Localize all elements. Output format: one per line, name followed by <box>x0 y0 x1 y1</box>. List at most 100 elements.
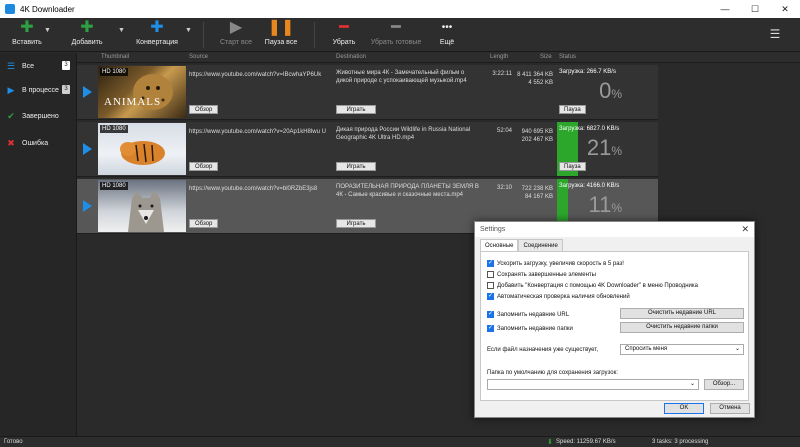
play-file-button[interactable]: Играть <box>336 105 376 114</box>
convert-button[interactable]: ✚ Конвертация <box>131 19 183 47</box>
close-button[interactable]: ✕ <box>770 0 800 18</box>
dialog-title-bar: Settings ✕ <box>475 222 754 237</box>
count-badge: 3 <box>62 61 70 70</box>
checkbox-box[interactable]: ✓ <box>487 293 494 300</box>
remove-button[interactable]: ━ Убрать <box>319 20 369 47</box>
clear-folders-button[interactable]: Очистить недавние папки <box>620 322 744 333</box>
plus-icon: ✚ <box>150 19 164 36</box>
destination-file: Дикая природа России Wildlife in Russia … <box>336 127 471 141</box>
default-folder-label: Папка по умолчанию для сохранения загруз… <box>487 370 618 376</box>
checkbox-remember-urls[interactable]: ✓ Запомнить недавние URL <box>487 311 569 318</box>
sidebar-item-in-progress[interactable]: ▶ В процессе 3 <box>0 80 77 100</box>
dialog-title: Settings <box>480 226 506 233</box>
column-header-destination[interactable]: Destination <box>336 54 366 60</box>
clear-urls-button[interactable]: Очистить недавние URL <box>620 308 744 319</box>
sidebar-item-completed[interactable]: ✔ Завершено <box>0 106 77 126</box>
minimize-button[interactable]: — <box>710 0 740 18</box>
sidebar-item-label: Ошибка <box>22 139 49 147</box>
if-exists-select[interactable]: Спросить меня ⌄ <box>620 344 744 355</box>
if-exists-label: Если файл назначения уже существует, <box>487 347 599 353</box>
paste-label: Вставить <box>12 39 42 46</box>
sidebar-item-all[interactable]: ☰ Все 3 <box>0 56 77 76</box>
toolbar: ✚ Вставить ▼ ✚ Добавить ▼ ✚ Конвертация … <box>0 18 800 52</box>
thumbnail-caption: ANIMALS <box>104 96 162 108</box>
sidebar-item-error[interactable]: ✖ Ошибка <box>0 133 77 153</box>
column-header-source[interactable]: Source <box>189 54 208 60</box>
size-info: 722 238 KB 84 167 KB <box>515 185 553 201</box>
browse-button[interactable]: Обзор <box>189 162 219 171</box>
percent-sign: % <box>611 144 622 158</box>
browse-button[interactable]: Обзор <box>189 219 219 228</box>
play-icon[interactable] <box>83 200 92 212</box>
status-text: Загрузка: 6827.0 KB/s <box>559 126 620 132</box>
ok-button[interactable]: OK <box>664 403 704 414</box>
play-file-button[interactable]: Играть <box>336 219 376 228</box>
percent-sign: % <box>611 87 622 101</box>
browse-folder-button[interactable]: Обзор... <box>704 379 744 390</box>
checkbox-box[interactable] <box>487 282 494 289</box>
status-cell: Загрузка: 266.7 KB/s 0% Пауза <box>557 65 658 119</box>
status-text: Загрузка: 266.7 KB/s <box>559 69 616 75</box>
add-button[interactable]: ✚ Добавить <box>62 20 112 47</box>
settings-panel: ✓ Ускорить загрузку, увеличив скорость в… <box>480 251 749 401</box>
source-url: https://www.youtube.com/watch?v=IBcwhaYP… <box>189 72 322 78</box>
more-label: Ещё <box>439 39 455 46</box>
column-header-size[interactable]: Size <box>540 54 552 60</box>
menu-button[interactable]: ☰ <box>760 26 790 42</box>
progress-percent: 11% <box>588 192 622 218</box>
video-thumbnail: HD 1080 <box>98 123 186 175</box>
checkbox-auto-update[interactable]: ✓ Автоматическая проверка наличия обновл… <box>487 293 630 300</box>
start-all-button[interactable]: ▶ Старт все <box>211 19 261 47</box>
browse-button[interactable]: Обзор <box>189 105 219 114</box>
pause-button[interactable]: Пауза <box>559 105 586 114</box>
column-header-thumbnail[interactable]: Thumbnail <box>101 54 129 60</box>
paste-dropdown-icon[interactable]: ▼ <box>44 27 51 34</box>
checkbox-label: Автоматическая проверка наличия обновлен… <box>497 293 630 300</box>
size-total: 8 411 364 KB <box>517 72 553 78</box>
pause-all-button[interactable]: ❚❚ Пауза все <box>256 19 306 47</box>
plus-icon: ✚ <box>20 19 34 36</box>
settings-tabs: Основные Соединение <box>480 239 563 251</box>
checkbox-box[interactable]: ✓ <box>487 311 494 318</box>
column-header-status[interactable]: Status <box>559 54 576 60</box>
table-row[interactable]: HD 1080 https://www.youtube.com/watch?v=… <box>77 122 658 177</box>
app-logo-icon <box>5 4 15 14</box>
play-icon[interactable] <box>83 86 92 98</box>
download-arrow-icon: ⬇ <box>547 439 553 446</box>
play-file-button[interactable]: Играть <box>336 162 376 171</box>
convert-dropdown-icon[interactable]: ▼ <box>185 27 192 34</box>
pause-button[interactable]: Пауза <box>559 162 586 171</box>
checkbox-explorer-menu[interactable]: Добавить "Конвертация с помощью 4K Downl… <box>487 282 698 289</box>
column-header-length[interactable]: Length <box>490 54 508 60</box>
pause-icon: ❚❚ <box>267 19 295 36</box>
status-tasks: 3 tasks: 3 processing <box>652 439 709 445</box>
play-icon: ▶ <box>7 84 15 95</box>
checkbox-box[interactable]: ✓ <box>487 260 494 267</box>
video-length: 32:10 <box>496 185 512 191</box>
checkbox-remember-folders[interactable]: ✓ Запомнить недавние папки <box>487 325 573 332</box>
minus-icon: ━ <box>391 19 401 36</box>
destination-file: Животные мира 4К - Замечательный фильм о… <box>336 70 467 84</box>
window-title: 4K Downloader <box>20 4 75 14</box>
remove-done-button[interactable]: ━ Убрать готовые <box>366 19 426 47</box>
cancel-button[interactable]: Отмена <box>710 403 750 414</box>
table-row[interactable]: HD 1080 ANIMALS https://www.youtube.com/… <box>77 65 658 120</box>
tab-connection[interactable]: Соединение <box>518 239 563 251</box>
size-done: 84 167 KB <box>524 194 553 200</box>
tab-general[interactable]: Основные <box>480 239 519 251</box>
checkbox-keep-completed[interactable]: Сохранять завершенные элементы <box>487 271 596 278</box>
checkbox-label: Запомнить недавние URL <box>497 311 570 318</box>
checkbox-speedup[interactable]: ✓ Ускорить загрузку, увеличив скорость в… <box>487 260 624 267</box>
checkbox-box[interactable]: ✓ <box>487 325 494 332</box>
play-icon: ▶ <box>229 19 243 36</box>
checkbox-box[interactable] <box>487 271 494 278</box>
default-folder-input[interactable]: ⌄ <box>487 379 699 390</box>
size-total: 722 238 KB <box>521 186 553 192</box>
start-all-label: Старт все <box>220 39 252 46</box>
play-icon[interactable] <box>83 143 92 155</box>
dialog-close-icon[interactable]: ✕ <box>741 224 749 235</box>
if-exists-value: Спросить меня <box>625 346 668 352</box>
maximize-button[interactable]: ☐ <box>740 0 770 18</box>
more-button[interactable]: ••• Ещё <box>422 20 472 46</box>
add-dropdown-icon[interactable]: ▼ <box>118 27 125 34</box>
